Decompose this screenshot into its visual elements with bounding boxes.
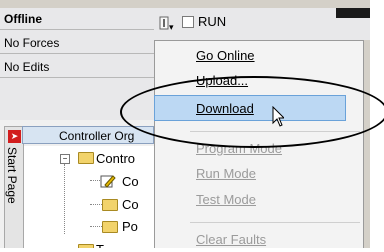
run-label: RUN [198, 14, 227, 29]
tree-guide [90, 226, 102, 228]
start-page-tab[interactable]: ➤ Start Page [4, 126, 24, 248]
controller-organizer-header: Controller Org [22, 126, 154, 144]
status-indicator-bar [336, 8, 370, 18]
menu-item-run-mode: Run Mode [196, 166, 256, 181]
tree-item-1[interactable]: Co [122, 174, 139, 189]
chevron-down-icon[interactable]: ▾ [169, 22, 174, 33]
folder-icon [102, 199, 118, 211]
edits-status: No Edits [0, 56, 154, 78]
menu-item-go-online[interactable]: Go Online [196, 48, 255, 63]
menu-item-clear-faults: Clear Faults [196, 232, 267, 247]
start-page-label: Start Page [5, 147, 19, 204]
folder-icon [78, 152, 94, 164]
properties-icon [100, 175, 116, 188]
keyswitch-icon [159, 16, 169, 30]
controller-organizer-title: Controller Org [59, 129, 135, 143]
tree-item-3[interactable]: Po [122, 219, 138, 234]
tree-guide [90, 204, 102, 206]
tree-item-controller[interactable]: Contro [96, 151, 135, 166]
collapse-toggle-icon[interactable]: − [60, 154, 70, 164]
tree-guide [64, 164, 66, 234]
tree-item-4[interactable]: T [96, 242, 104, 248]
folder-icon [102, 221, 118, 233]
folder-icon [78, 244, 94, 248]
menu-item-test-mode: Test Mode [196, 192, 256, 207]
forces-status: No Forces [0, 32, 154, 54]
online-status: Offline [0, 8, 154, 30]
pointer-cursor-icon [272, 106, 284, 127]
tree-item-2[interactable]: Co [122, 197, 139, 212]
annotation-ellipse [120, 76, 384, 148]
menu-separator [190, 222, 360, 223]
run-checkbox[interactable] [182, 16, 194, 28]
start-page-icon: ➤ [8, 130, 21, 143]
organizer-tree: − Contro Co Co Po T [24, 146, 154, 248]
